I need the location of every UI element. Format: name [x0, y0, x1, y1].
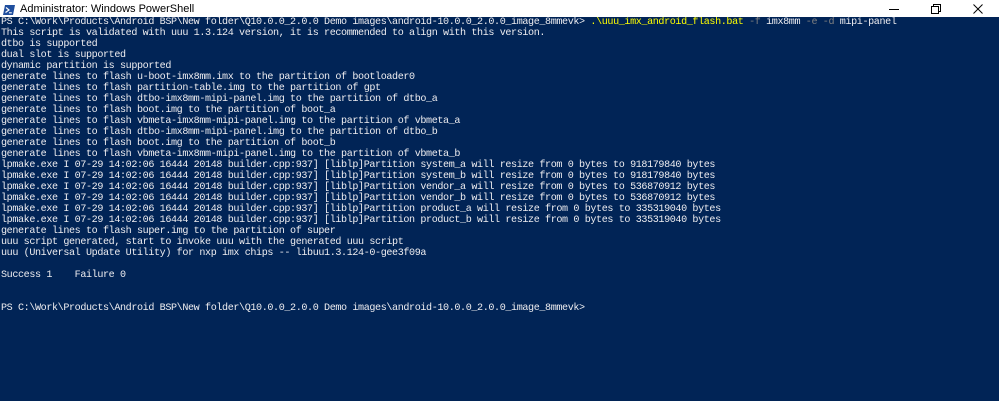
console-line: generate lines to flash dtbo-imx8mm-mipi… [1, 94, 438, 105]
console-prompt-line: PS C:\Work\Products\Android BSP\New fold… [1, 303, 585, 314]
console-line: generate lines to flash boot.img to the … [1, 105, 336, 116]
close-button[interactable] [957, 0, 999, 17]
minimize-icon [889, 8, 899, 10]
console-line: lpmake.exe I 07-29 14:02:06 16444 20148 … [1, 204, 721, 215]
minimize-button[interactable] [873, 0, 915, 17]
maximize-button[interactable] [915, 0, 957, 17]
console-line: generate lines to flash vbmeta-imx8mm-mi… [1, 116, 461, 127]
console-line: generate lines to flash boot.img to the … [1, 138, 336, 149]
command-flag-e: -e [805, 17, 818, 28]
console-line: uuu script generated, start to invoke uu… [1, 237, 404, 248]
console-line: generate lines to flash u-boot-imx8mm.im… [1, 72, 415, 83]
console-line: dynamic partition is supported [1, 61, 172, 72]
command-flag-d: -d [822, 17, 835, 28]
powershell-window: Administrator: Windows PowerShell PS C:\… [0, 0, 999, 401]
maximize-icon [931, 3, 941, 14]
console-line: lpmake.exe I 07-29 14:02:06 16444 20148 … [1, 215, 721, 226]
prompt-text: PS C:\Work\Products\Android BSP\New fold… [1, 17, 591, 28]
console-line: uuu (Universal Update Utility) for nxp i… [1, 248, 427, 259]
window-title: Administrator: Windows PowerShell [20, 2, 195, 15]
console-line: generate lines to flash dtbo-imx8mm-mipi… [1, 127, 438, 138]
command-name: .\uuu_imx_android_flash.bat [590, 17, 744, 28]
console-line: dual slot is supported [1, 50, 126, 61]
console-line: generate lines to flash super.img to the… [1, 226, 336, 237]
console-command-line: PS C:\Work\Products\Android BSP\New fold… [1, 17, 897, 28]
command-arg-f: imx8mm [760, 17, 806, 28]
close-icon [973, 3, 983, 14]
console-line: lpmake.exe I 07-29 14:02:06 16444 20148 … [1, 193, 716, 204]
command-flag-f: -f [749, 17, 761, 28]
console-line: lpmake.exe I 07-29 14:02:06 16444 20148 … [1, 171, 716, 182]
console-result-line: Success 1 Failure 0 [1, 270, 126, 281]
console-line: dtbo is supported [1, 39, 98, 50]
console-output[interactable]: PS C:\Work\Products\Android BSP\New fold… [0, 17, 999, 401]
powershell-icon[interactable] [3, 3, 15, 15]
title-bar[interactable]: Administrator: Windows PowerShell [0, 0, 999, 17]
console-line: lpmake.exe I 07-29 14:02:06 16444 20148 … [1, 182, 716, 193]
window-controls [873, 0, 999, 17]
command-arg-d: mipi-panel [834, 17, 897, 28]
console-line: lpmake.exe I 07-29 14:02:06 16444 20148 … [1, 160, 716, 171]
console-line: generate lines to flash vbmeta-imx8mm-mi… [1, 149, 461, 160]
console-line: generate lines to flash partition-table.… [1, 83, 381, 94]
console-line: This script is validated with uuu 1.3.12… [1, 28, 546, 39]
